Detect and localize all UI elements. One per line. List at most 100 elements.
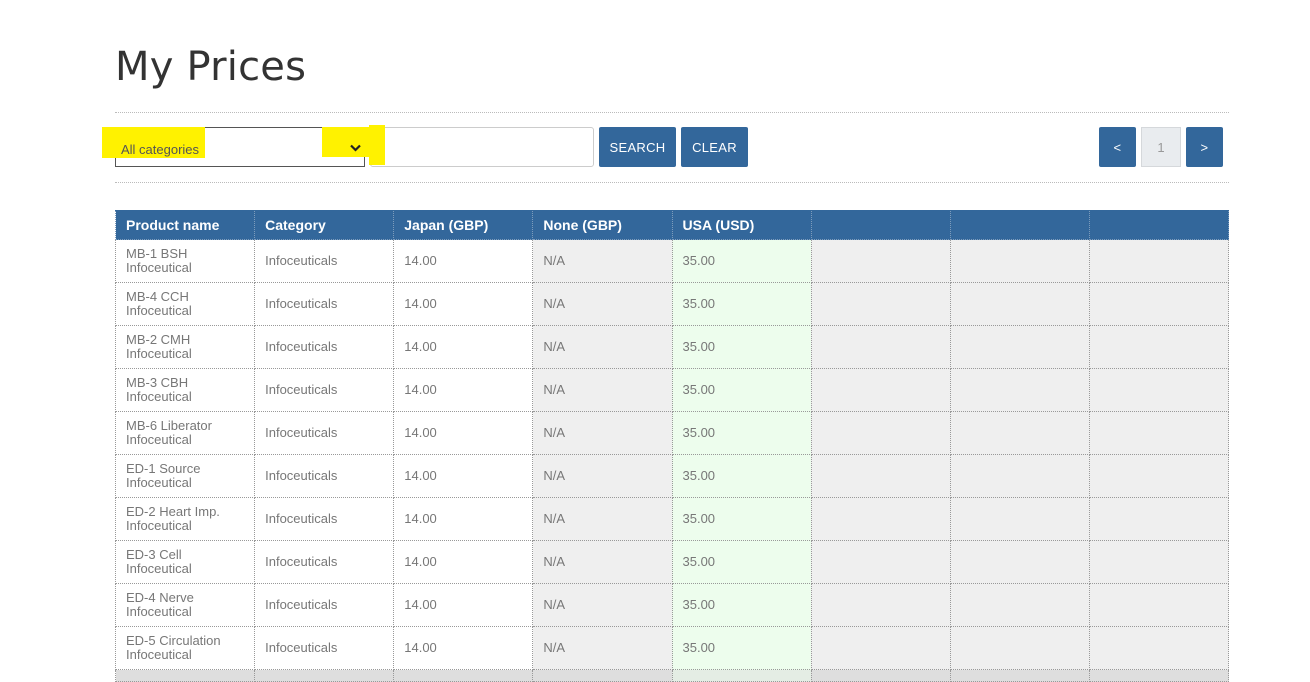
chevron-down-icon[interactable] [350, 140, 361, 155]
product-name-cell: ED-2 Heart Imp. Infoceutical [114, 497, 256, 541]
empty-cell [949, 325, 1090, 369]
empty-cell [949, 669, 1090, 682]
empty-cell [810, 368, 951, 412]
next-page-button[interactable]: > [1186, 127, 1223, 167]
empty-cell [810, 239, 951, 283]
empty-cell [810, 454, 951, 498]
japan-price-cell: 14.00 [393, 282, 534, 326]
category-cell: Infoceuticals [254, 282, 395, 326]
japan-price-cell: 14.00 [393, 411, 534, 455]
japan-price-cell: 14.00 [393, 497, 534, 541]
usa-price-cell: 35.00 [671, 540, 812, 584]
product-name: MB-1 BSH [126, 246, 188, 261]
prev-page-button[interactable]: < [1099, 127, 1136, 167]
search-button[interactable]: SEARCH [599, 127, 676, 167]
empty-cell [1088, 669, 1230, 682]
page-title: My Prices [115, 44, 307, 90]
usa-price-cell: 35.00 [671, 454, 812, 498]
category-cell: Infoceuticals [254, 239, 395, 283]
highlight-mark [369, 125, 385, 165]
usa-price-cell: 35.00 [671, 325, 812, 369]
empty-cell [114, 669, 256, 682]
empty-cell [1088, 239, 1230, 283]
table-row: MB-3 CBH Infoceutical Infoceuticals 14.00 N/… [114, 368, 1230, 412]
table-row: ED-3 Cell Infoceutical Infoceuticals 14.00 N… [114, 540, 1230, 584]
current-page: 1 [1141, 127, 1181, 167]
empty-cell [810, 497, 951, 541]
category-cell: Infoceuticals [254, 540, 395, 584]
column-header [949, 210, 1090, 240]
product-name: ED-1 Source [126, 461, 201, 476]
empty-cell [949, 282, 1090, 326]
clear-button[interactable]: CLEAR [681, 127, 748, 167]
table-row: MB-1 BSH Infoceutical Infoceuticals 14.00 N/… [114, 239, 1230, 283]
column-header[interactable]: None (GBP) [532, 210, 673, 240]
empty-cell [949, 497, 1090, 541]
japan-price-cell: 14.00 [393, 454, 534, 498]
table-row: ED-1 Source Infoceutical Infoceuticals 14.0… [114, 454, 1230, 498]
table-body: MB-1 BSH Infoceutical Infoceuticals 14.00 N/… [114, 239, 1230, 682]
none-price-cell: N/A [532, 239, 673, 283]
product-name-cell: MB-1 BSH Infoceutical [114, 239, 256, 283]
table-row: MB-6 Liberator Infoceutical Infoceuticals 1… [114, 411, 1230, 455]
product-name-cell: ED-5 Circulation Infoceutical [114, 626, 256, 670]
japan-price-cell: 14.00 [393, 368, 534, 412]
empty-cell [1088, 411, 1230, 455]
product-name-cell: ED-1 Source Infoceutical [114, 454, 256, 498]
category-cell: Infoceuticals [254, 626, 395, 670]
product-name-sub: Infoceutical [126, 647, 192, 662]
category-cell: Infoceuticals [254, 368, 395, 412]
product-name: MB-2 CMH [126, 332, 191, 347]
category-select[interactable]: All categories [102, 127, 384, 167]
empty-cell [949, 411, 1090, 455]
category-select-value: All categories [121, 142, 200, 157]
product-name: ED-2 Heart Imp. [126, 504, 220, 519]
usa-price-cell: 35.00 [671, 583, 812, 627]
product-name: ED-4 Nerve [126, 590, 194, 605]
japan-price-cell: 14.00 [393, 325, 534, 369]
divider-top [115, 112, 1229, 113]
column-header[interactable]: Category [254, 210, 395, 240]
empty-cell [810, 583, 951, 627]
product-name-sub: Infoceutical [126, 518, 192, 533]
product-name-cell: ED-4 Nerve Infoceutical [114, 583, 256, 627]
prices-table: Product name Category Japan (GBP) None (… [114, 210, 1230, 682]
empty-cell [949, 626, 1090, 670]
category-cell: Infoceuticals [254, 411, 395, 455]
empty-cell [671, 669, 812, 682]
empty-cell [949, 540, 1090, 584]
column-header[interactable]: USA (USD) [671, 210, 812, 240]
category-cell: Infoceuticals [254, 497, 395, 541]
empty-cell [949, 454, 1090, 498]
column-header [1088, 210, 1230, 240]
empty-cell [254, 669, 395, 682]
column-header[interactable]: Product name [114, 210, 256, 240]
none-price-cell: N/A [532, 325, 673, 369]
none-price-cell: N/A [532, 540, 673, 584]
empty-cell [1088, 368, 1230, 412]
empty-cell [532, 669, 673, 682]
empty-cell [949, 583, 1090, 627]
table-row: ED-4 Nerve Infoceutical Infoceuticals 14.00… [114, 583, 1230, 627]
none-price-cell: N/A [532, 411, 673, 455]
product-name-sub: Infoceutical [126, 389, 192, 404]
table-row: ED-5 Circulation Infoceutical Infoceutical… [114, 626, 1230, 670]
search-input[interactable] [370, 127, 594, 167]
none-price-cell: N/A [532, 626, 673, 670]
empty-cell [1088, 540, 1230, 584]
product-name-sub: Infoceutical [126, 260, 192, 275]
table-row: MB-2 CMH Infoceutical Infoceuticals 14.00 N/… [114, 325, 1230, 369]
usa-price-cell: 35.00 [671, 368, 812, 412]
empty-cell [1088, 583, 1230, 627]
product-name-sub: Infoceutical [126, 475, 192, 490]
empty-cell [393, 669, 534, 682]
none-price-cell: N/A [532, 497, 673, 541]
product-name-sub: Infoceutical [126, 604, 192, 619]
japan-price-cell: 14.00 [393, 583, 534, 627]
empty-cell [810, 411, 951, 455]
column-header[interactable]: Japan (GBP) [393, 210, 534, 240]
empty-cell [949, 368, 1090, 412]
product-name: MB-4 CCH [126, 289, 189, 304]
empty-cell [1088, 454, 1230, 498]
usa-price-cell: 35.00 [671, 626, 812, 670]
